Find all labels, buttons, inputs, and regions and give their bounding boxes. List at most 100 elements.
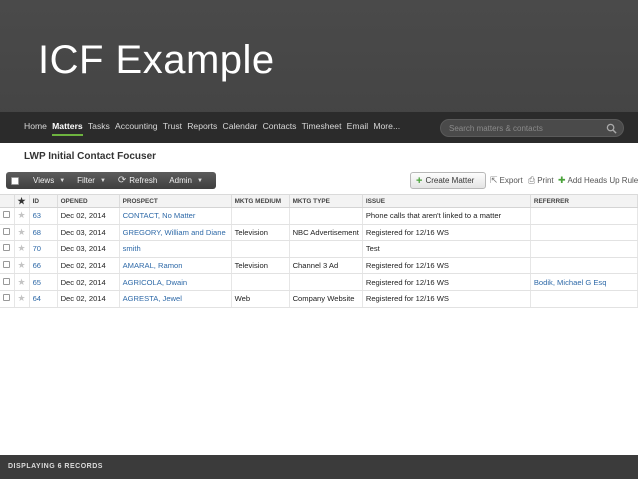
app-window: Home Matters Tasks Accounting Trust Reports Ca… bbox=[0, 112, 638, 479]
cell-type: Channel 3 Ad bbox=[289, 257, 363, 275]
column-header-mktg-type[interactable]: MKTG TYPE bbox=[289, 194, 363, 208]
cell-id[interactable]: 63 bbox=[29, 207, 58, 225]
nav-link-tasks[interactable]: Tasks bbox=[88, 121, 110, 131]
record-count-status: DISPLAYING 6 RECORDS bbox=[8, 463, 103, 470]
toolbar: Views ▼ Filter ▼ ⟳ Refresh Admin ▼ + Create … bbox=[6, 172, 638, 190]
cell-prospect[interactable]: CONTACT, No Matter bbox=[119, 207, 232, 225]
row-checkbox[interactable] bbox=[3, 227, 10, 235]
slide-title: ICF Example bbox=[38, 38, 275, 82]
cell-id[interactable]: 70 bbox=[29, 240, 58, 258]
nav-links: Home Matters Tasks Accounting Trust Reports Ca… bbox=[24, 121, 405, 136]
cell-id[interactable]: 65 bbox=[29, 273, 58, 291]
views-label: Views bbox=[33, 176, 55, 185]
cell-prospect[interactable]: AMARAL, Ramon bbox=[119, 257, 232, 275]
nav-link-matters[interactable]: Matters bbox=[52, 121, 83, 136]
cell-prospect[interactable]: smith bbox=[119, 240, 232, 258]
cell-id[interactable]: 66 bbox=[29, 257, 58, 275]
refresh-button[interactable]: ⟳ Refresh bbox=[118, 175, 157, 186]
top-navigation-bar: Home Matters Tasks Accounting Trust Reports Ca… bbox=[0, 112, 638, 143]
nav-link-timesheet[interactable]: Timesheet bbox=[302, 121, 342, 131]
export-label: Export bbox=[499, 176, 523, 185]
column-header-id[interactable]: ID bbox=[29, 194, 58, 208]
admin-button[interactable]: Admin ▼ bbox=[169, 176, 203, 185]
star-column-header[interactable]: ★ bbox=[14, 194, 30, 208]
export-button[interactable]: ⇱ Export bbox=[490, 175, 523, 186]
star-icon[interactable]: ★ bbox=[18, 210, 26, 220]
table-row[interactable]: ★ 64 Dec 02, 2014 AGRESTA, Jewel Web Company … bbox=[0, 290, 638, 308]
cell-opened: Dec 02, 2014 bbox=[57, 290, 120, 308]
row-checkbox[interactable] bbox=[3, 277, 10, 285]
table-row[interactable]: ★ 66 Dec 02, 2014 AMARAL, Ramon Television Ch… bbox=[0, 257, 638, 275]
row-checkbox[interactable] bbox=[3, 261, 10, 269]
cell-referrer bbox=[530, 290, 638, 308]
cell-type: NBC Advertisement bbox=[289, 224, 363, 242]
cell-referrer[interactable]: Bodik, Michael G Esq bbox=[530, 273, 638, 291]
nav-link-calendar[interactable]: Calendar bbox=[223, 121, 258, 131]
cell-prospect[interactable]: AGRESTA, Jewel bbox=[119, 290, 232, 308]
cell-prospect[interactable]: GREGORY, William and Diane bbox=[119, 224, 232, 242]
cell-type bbox=[289, 273, 363, 291]
print-label: Print bbox=[537, 176, 554, 185]
cell-id[interactable]: 68 bbox=[29, 224, 58, 242]
table-row[interactable]: ★ 65 Dec 02, 2014 AGRICOLA, Dwain Registered… bbox=[0, 273, 638, 291]
row-checkbox[interactable] bbox=[3, 294, 10, 302]
cell-issue: Registered for 12/16 WS bbox=[362, 290, 531, 308]
cell-medium: Television bbox=[231, 224, 290, 242]
chevron-down-icon: ▼ bbox=[196, 177, 203, 184]
select-all-checkbox[interactable] bbox=[11, 176, 19, 185]
cell-issue: Registered for 12/16 WS bbox=[362, 257, 531, 275]
admin-label: Admin bbox=[169, 176, 192, 185]
column-header-mktg-medium[interactable]: MKTG MEDIUM bbox=[231, 194, 290, 208]
nav-link-reports[interactable]: Reports bbox=[187, 121, 217, 131]
row-checkbox[interactable] bbox=[3, 211, 10, 219]
column-header-referrer[interactable]: REFERRER bbox=[530, 194, 638, 208]
cell-referrer bbox=[530, 257, 638, 275]
cell-referrer bbox=[530, 240, 638, 258]
chevron-down-icon: ▼ bbox=[99, 177, 106, 184]
table-row[interactable]: ★ 70 Dec 03, 2014 smith Test bbox=[0, 240, 638, 258]
row-star-cell: ★ bbox=[14, 290, 30, 308]
status-footer: DISPLAYING 6 RECORDS bbox=[0, 455, 638, 479]
row-checkbox[interactable] bbox=[3, 244, 10, 252]
add-heads-up-rule-button[interactable]: ✚ Add Heads Up Rule bbox=[558, 175, 638, 186]
nav-link-contacts[interactable]: Contacts bbox=[263, 121, 297, 131]
star-icon[interactable]: ★ bbox=[18, 293, 26, 303]
row-checkbox-cell bbox=[0, 224, 15, 242]
row-star-cell: ★ bbox=[14, 273, 30, 291]
nav-link-email[interactable]: Email bbox=[347, 121, 369, 131]
cell-medium bbox=[231, 273, 290, 291]
filter-button[interactable]: Filter ▼ bbox=[77, 176, 106, 185]
star-icon[interactable]: ★ bbox=[18, 260, 26, 270]
table-row[interactable]: ★ 68 Dec 03, 2014 GREGORY, William and Dian… bbox=[0, 224, 638, 242]
cell-opened: Dec 03, 2014 bbox=[57, 240, 120, 258]
chevron-down-icon: ▼ bbox=[59, 177, 66, 184]
search-input[interactable] bbox=[449, 122, 599, 135]
create-matter-button[interactable]: + Create Matter bbox=[410, 172, 486, 189]
cell-issue: Test bbox=[362, 240, 531, 258]
cell-referrer bbox=[530, 224, 638, 242]
refresh-label: Refresh bbox=[129, 176, 158, 185]
table-row[interactable]: ★ 63 Dec 02, 2014 CONTACT, No Matter Phone c… bbox=[0, 207, 638, 225]
cell-prospect[interactable]: AGRICOLA, Dwain bbox=[119, 273, 232, 291]
search-icon[interactable] bbox=[606, 123, 617, 134]
nav-link-trust[interactable]: Trust bbox=[163, 121, 182, 131]
nav-link-more[interactable]: More... bbox=[373, 121, 400, 131]
nav-link-home[interactable]: Home bbox=[24, 121, 47, 131]
column-header-issue[interactable]: ISSUE bbox=[362, 194, 531, 208]
print-button[interactable]: ⎙ Print bbox=[528, 175, 554, 186]
nav-link-accounting[interactable]: Accounting bbox=[115, 121, 158, 131]
column-header-opened[interactable]: OPENED bbox=[57, 194, 120, 208]
star-icon[interactable]: ★ bbox=[18, 243, 26, 253]
search-box[interactable] bbox=[440, 119, 624, 137]
views-button[interactable]: Views ▼ bbox=[33, 176, 65, 185]
column-header-prospect[interactable]: PROSPECT bbox=[119, 194, 232, 208]
cell-type bbox=[289, 240, 363, 258]
cell-opened: Dec 02, 2014 bbox=[57, 207, 120, 225]
filter-label: Filter bbox=[77, 176, 95, 185]
star-icon[interactable]: ★ bbox=[18, 227, 26, 237]
cell-id[interactable]: 64 bbox=[29, 290, 58, 308]
star-icon[interactable]: ★ bbox=[18, 277, 26, 287]
row-star-cell: ★ bbox=[14, 224, 30, 242]
create-matter-label: Create Matter bbox=[425, 176, 475, 185]
cell-opened: Dec 02, 2014 bbox=[57, 257, 120, 275]
